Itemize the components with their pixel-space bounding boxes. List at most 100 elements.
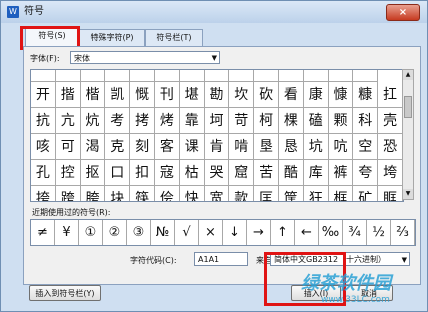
symbol-cell[interactable]: 亢 [55,108,81,134]
recent-symbol-cell[interactable]: ↓ [223,220,247,245]
recent-symbol-cell[interactable]: ¾ [343,220,367,245]
recent-symbol-cell[interactable]: ⅔ [391,220,415,245]
symbol-cell[interactable]: 开 [31,82,56,108]
symbol-cell[interactable]: 仁 [155,70,180,82]
symbol-cell[interactable]: 孔 [31,160,56,186]
symbol-cell[interactable]: 苛 [229,108,255,134]
symbol-cell[interactable]: 框 [329,186,354,201]
symbol-cell[interactable]: 款 [229,186,255,201]
symbol-cell[interactable]: 一 [204,70,230,82]
symbol-cell[interactable]: 科 [353,108,379,134]
symbol-cell[interactable]: 苦 [254,160,279,186]
recent-symbol-cell[interactable]: ① [79,220,103,245]
symbol-cell[interactable]: 砍 [254,82,279,108]
symbol-cell[interactable]: 可 [55,134,81,160]
symbol-cell[interactable]: 抠 [80,160,106,186]
symbol-cell[interactable]: 库 [303,160,329,186]
symbol-cell[interactable]: 渴 [80,134,106,160]
recent-symbol-cell[interactable]: ≠ [31,220,55,245]
symbol-cell[interactable]: 慷 [328,82,354,108]
symbol-cell[interactable]: 块 [105,186,131,201]
symbol-cell[interactable]: 空 [353,134,379,160]
symbol-cell[interactable]: 勘 [204,82,230,108]
symbol-cell[interactable]: 康 [303,82,329,108]
symbol-cell[interactable]: 口 [105,160,131,186]
symbol-cell[interactable]: 厂 [80,70,106,82]
symbol-cell[interactable]: 课 [179,134,205,160]
symbol-cell[interactable]: 坎 [229,82,255,108]
scroll-up-arrow-icon[interactable]: ▲ [403,70,413,80]
symbol-cell[interactable]: 狂 [304,186,329,201]
symbol-cell[interactable]: 吭 [328,134,354,160]
symbol-cell[interactable]: 挎 [31,186,56,201]
symbol-cell[interactable]: 裤 [328,160,354,186]
recent-symbol-cell[interactable]: ‰ [319,220,343,245]
recent-symbol-cell[interactable]: ↑ [271,220,295,245]
recent-symbols-strip[interactable]: ≠ ¥ ① ② ③ № √ × ↓ → ↑ ← ‰ ¾ ½ ⅔ [30,219,416,246]
symbol-cell[interactable]: 凯 [105,82,131,108]
scroll-down-arrow-icon[interactable]: ▼ [403,189,413,199]
symbol-cell[interactable]: 寇 [155,160,180,186]
symbol-cell[interactable]: 扛 [378,82,403,108]
symbol-cell[interactable]: 胯 [81,186,106,201]
symbol-cell[interactable]: 炕 [80,108,106,134]
symbol-cell[interactable]: 壳 [378,108,403,134]
symbol-cell[interactable]: 柯 [254,108,279,134]
symbol-cell[interactable]: 肯 [204,134,230,160]
symbol-cell[interactable]: 枯 [179,160,205,186]
symbol-cell[interactable]: 矿 [353,186,379,201]
symbol-cell[interactable]: 坷 [204,108,230,134]
recent-symbol-cell[interactable]: ¥ [55,220,79,245]
symbol-cell[interactable]: 恳 [279,134,304,160]
font-select[interactable]: 宋体 ▼ [70,51,220,64]
symbol-cell[interactable]: 快 [180,186,205,201]
symbol-grid[interactable]: 一T厂木朩仁丁一一二口二二二开揩楷凯慨刊堪勘坎砍看康慷糠扛抗亢炕考拷烤靠坷苛柯棵… [30,69,404,202]
symbol-cell[interactable]: 控 [55,160,81,186]
symbol-cell[interactable]: 二 [254,70,279,82]
symbol-cell[interactable]: 揩 [55,82,81,108]
symbol-cell[interactable]: 慨 [130,82,155,108]
symbol-cell[interactable]: 垮 [378,160,403,186]
symbol-cell[interactable]: 丁 [179,70,205,82]
symbol-cell[interactable]: 扣 [130,160,155,186]
tab-special-characters[interactable]: 特殊字符(P) [79,29,145,46]
symbol-cell[interactable]: 侩 [155,186,180,201]
symbol-cell[interactable]: 楷 [80,82,106,108]
recent-symbol-cell[interactable]: ③ [127,220,151,245]
recent-symbol-cell[interactable]: × [199,220,223,245]
symbol-cell[interactable]: 窟 [229,160,255,186]
symbol-cell[interactable]: 啃 [229,134,255,160]
symbol-cell[interactable]: 堪 [179,82,205,108]
symbol-cell[interactable]: 刻 [130,134,155,160]
symbol-cell[interactable]: 筐 [279,186,304,201]
symbol-cell[interactable]: 坑 [303,134,329,160]
recent-symbol-cell[interactable]: ½ [367,220,391,245]
recent-symbol-cell[interactable]: ② [103,220,127,245]
symbol-cell[interactable]: T [55,70,81,82]
symbol-cell[interactable]: 恐 [378,134,403,160]
symbol-cell[interactable]: 眶 [378,186,403,201]
symbol-cell[interactable]: 二 [353,70,379,82]
symbol-cell[interactable]: 磕 [303,108,329,134]
insert-to-symbol-bar-button[interactable]: 插入到符号栏(Y) [29,285,101,301]
recent-symbol-cell[interactable]: № [151,220,175,245]
symbol-cell[interactable]: 客 [155,134,180,160]
symbol-cell[interactable]: 夸 [353,160,379,186]
symbol-cell[interactable]: 棵 [279,108,304,134]
tab-symbol-bar[interactable]: 符号栏(T) [145,29,203,46]
symbol-cell[interactable]: 匡 [254,186,279,201]
symbol-cell[interactable]: 咳 [31,134,56,160]
recent-symbol-cell[interactable]: ← [295,220,319,245]
symbol-cell[interactable]: 哭 [204,160,230,186]
symbol-cell[interactable]: 朩 [130,70,155,82]
symbol-cell[interactable]: 口 [279,70,304,82]
symbol-cell[interactable]: 考 [105,108,131,134]
symbol-cell[interactable]: 靠 [179,108,205,134]
symbol-cell[interactable]: 酷 [279,160,304,186]
symbol-cell[interactable]: 刊 [155,82,180,108]
symbol-cell[interactable]: 二 [303,70,329,82]
symbol-cell[interactable]: 一 [229,70,255,82]
close-button[interactable]: × [386,4,420,21]
scroll-thumb[interactable] [404,96,412,118]
symbol-cell[interactable]: 烤 [155,108,180,134]
